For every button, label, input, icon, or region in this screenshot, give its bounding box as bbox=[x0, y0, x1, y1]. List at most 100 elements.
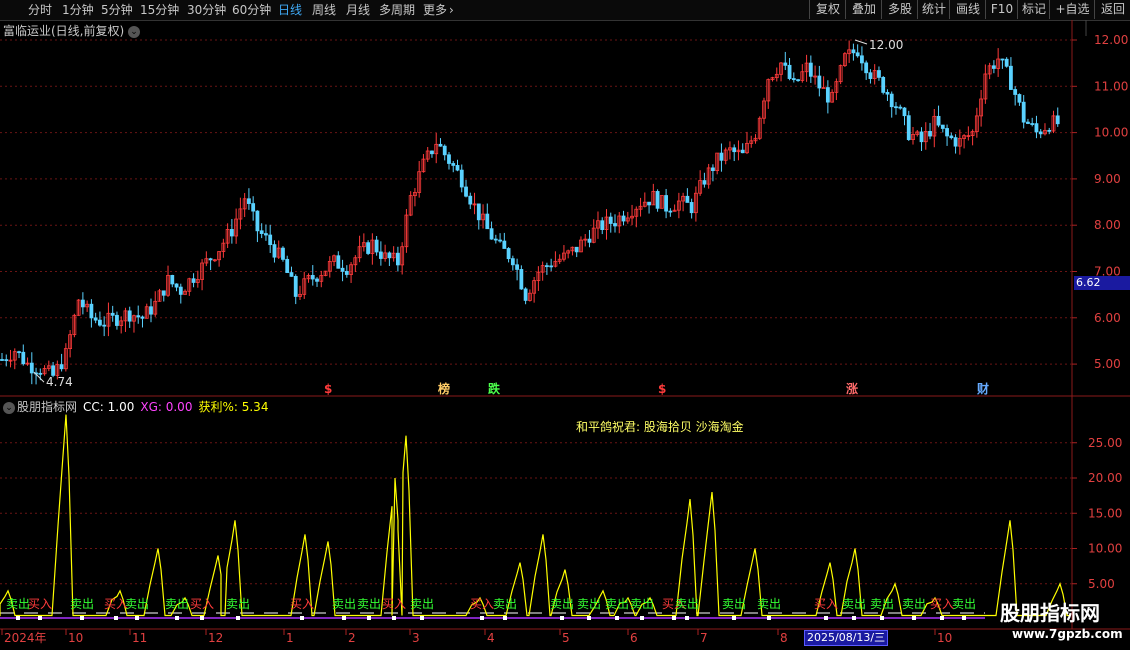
toolbar-button-6[interactable]: 标记 bbox=[1017, 0, 1050, 19]
chart-canvas: 12.004.74 $ 榜跌 $ 涨财 卖出买入 卖出 买入卖出 卖出 买入 卖出 买入 卖出 卖出买… bbox=[0, 20, 1130, 645]
candle-body bbox=[1000, 58, 1005, 61]
sell-signal: 卖出 bbox=[952, 597, 976, 611]
toolbar-button-8[interactable]: 返回 bbox=[1094, 0, 1130, 19]
toolbar-button-7[interactable]: +自选 bbox=[1049, 0, 1095, 19]
candle-body bbox=[178, 286, 183, 295]
candle-body bbox=[1030, 123, 1035, 125]
buy-signal: 买入 bbox=[814, 597, 838, 611]
candle-body bbox=[8, 359, 13, 362]
price-tick-label: 5.00 bbox=[1094, 357, 1121, 371]
signal-dot bbox=[732, 616, 736, 620]
period-toolbar: 分时 1分钟 5分钟 15分钟 30分钟 60分钟 日线 周线 月线 多周期 更多 › 复权 叠加 多股 统计… bbox=[0, 0, 1130, 21]
candle-body bbox=[881, 76, 886, 93]
toolbar-button-4[interactable]: 画线 bbox=[949, 0, 986, 19]
signal-dot bbox=[615, 616, 619, 620]
period-tab-3[interactable]: 15分钟 bbox=[140, 2, 179, 18]
candle-body bbox=[140, 316, 145, 319]
candle-body bbox=[647, 201, 651, 206]
signal-dot bbox=[420, 616, 424, 620]
period-tab-9[interactable]: 多周期 bbox=[379, 2, 415, 18]
candle-body bbox=[604, 216, 609, 230]
candle-body bbox=[464, 186, 468, 197]
period-tab-8[interactable]: 月线 bbox=[346, 2, 370, 18]
candle-body bbox=[834, 81, 839, 93]
x-tick-label: 4 bbox=[487, 631, 495, 645]
toolbar-button-3[interactable]: 统计 bbox=[917, 0, 950, 19]
candle-body bbox=[157, 290, 162, 302]
price-tick-label: 10.00 bbox=[1094, 126, 1128, 140]
signal-dot bbox=[824, 616, 828, 620]
ind-tick-label: 15.00 bbox=[1088, 506, 1122, 520]
candle-body bbox=[630, 215, 634, 219]
candle-body bbox=[957, 138, 962, 147]
period-tab-6[interactable]: 日线 bbox=[278, 2, 302, 18]
period-tab-0[interactable]: 分时 bbox=[28, 2, 52, 18]
x-tick-label: 8 bbox=[780, 631, 788, 645]
price-tick-label: 6.00 bbox=[1094, 311, 1121, 325]
candle-body bbox=[549, 265, 554, 268]
candle-body bbox=[1026, 121, 1030, 124]
candle-body bbox=[225, 229, 230, 244]
candle-body bbox=[672, 209, 677, 212]
period-tab-4[interactable]: 30分钟 bbox=[187, 2, 226, 18]
candle-body bbox=[434, 143, 439, 155]
toolbar-button-5[interactable]: F10 bbox=[985, 0, 1018, 19]
candle-body bbox=[1051, 115, 1056, 132]
candle-body bbox=[787, 64, 792, 79]
chevron-down-icon[interactable]: ⌄ bbox=[3, 401, 15, 414]
period-tab-1[interactable]: 1分钟 bbox=[62, 2, 94, 18]
candle-body bbox=[451, 163, 456, 166]
buy-signal: 买入 bbox=[104, 597, 128, 611]
candle-body bbox=[711, 167, 715, 172]
candle-body bbox=[366, 242, 371, 254]
candle-body bbox=[953, 137, 958, 147]
candle-body bbox=[681, 195, 686, 202]
candle-body bbox=[76, 299, 81, 316]
candle-body bbox=[617, 215, 622, 227]
x-tick-label: 6 bbox=[630, 631, 638, 645]
candle-body bbox=[906, 115, 911, 140]
candle-body bbox=[17, 351, 21, 354]
candle-body bbox=[102, 324, 107, 327]
candle-body bbox=[1047, 129, 1052, 132]
candle-body bbox=[217, 251, 222, 261]
candle-body bbox=[12, 351, 17, 361]
current-price-badge: 6.62 bbox=[1074, 276, 1130, 290]
candle-body bbox=[166, 275, 170, 296]
candle-body bbox=[740, 149, 745, 154]
period-tab-2[interactable]: 5分钟 bbox=[101, 2, 133, 18]
x-tick-label: 2 bbox=[348, 631, 356, 645]
price-tick-label: 9.00 bbox=[1094, 172, 1121, 186]
toolbar-button-1[interactable]: 叠加 bbox=[845, 0, 882, 19]
period-tab-10[interactable]: 更多 bbox=[423, 2, 447, 18]
candle-body bbox=[170, 275, 175, 285]
candle-body bbox=[915, 131, 920, 135]
candle-body bbox=[753, 137, 758, 142]
candle-body bbox=[327, 261, 332, 272]
chevron-right-icon[interactable]: › bbox=[449, 2, 454, 18]
candle-body bbox=[757, 117, 762, 139]
candle-body bbox=[1009, 65, 1013, 90]
chevron-down-icon[interactable]: ⌄ bbox=[128, 25, 141, 38]
toolbar-button-2[interactable]: 多股 bbox=[881, 0, 918, 19]
profit-value: 获利%: 5.34 bbox=[198, 400, 269, 414]
sell-signal: 卖出 bbox=[332, 597, 356, 611]
period-tab-7[interactable]: 周线 bbox=[312, 2, 336, 18]
candle-body bbox=[136, 315, 141, 318]
signal-dot bbox=[672, 616, 676, 620]
signal-dot bbox=[503, 616, 507, 620]
candle-body bbox=[779, 62, 783, 75]
candle-body bbox=[93, 317, 98, 321]
candle-body bbox=[298, 293, 302, 297]
candle-body bbox=[229, 229, 234, 237]
period-tab-5[interactable]: 60分钟 bbox=[232, 2, 271, 18]
candle-body bbox=[527, 292, 532, 301]
toolbar-button-0[interactable]: 复权 bbox=[809, 0, 846, 19]
candle-body bbox=[987, 65, 992, 75]
candle-body bbox=[349, 264, 353, 275]
high-pointer bbox=[854, 39, 868, 45]
buy-signal: 买入 bbox=[470, 597, 494, 611]
candle-body bbox=[1004, 58, 1009, 67]
low-pointer bbox=[33, 371, 45, 383]
candle-body bbox=[902, 107, 907, 117]
